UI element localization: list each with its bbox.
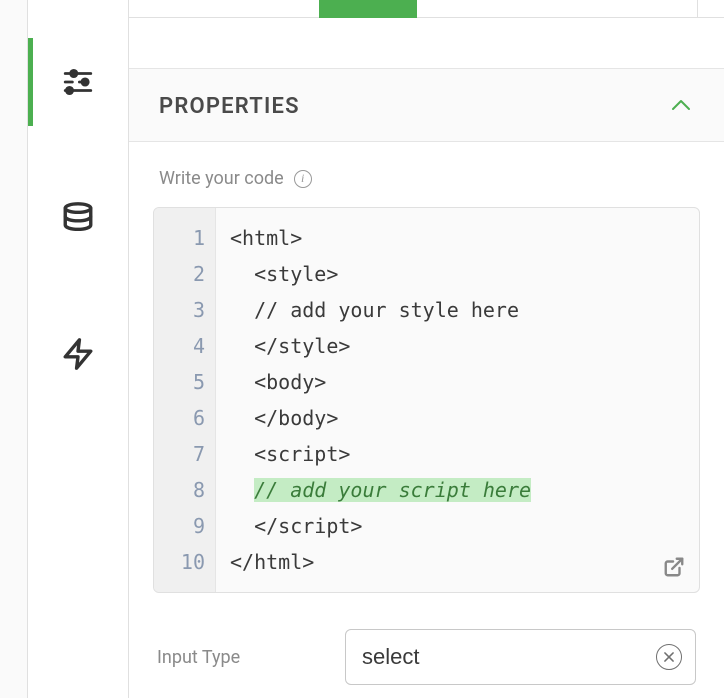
code-line[interactable]: // add your script here <box>230 472 685 508</box>
line-number: 1 <box>154 220 205 256</box>
code-editor[interactable]: 12345678910 <html> <style> // add your s… <box>153 207 700 593</box>
line-number: 7 <box>154 436 205 472</box>
code-line[interactable]: </style> <box>230 328 685 364</box>
code-line[interactable]: <style> <box>230 256 685 292</box>
top-bar-right-divider <box>697 0 698 18</box>
sidebar-item-actions[interactable] <box>28 310 128 398</box>
code-line[interactable]: // add your style here <box>230 292 685 328</box>
chevron-up-icon <box>668 93 694 119</box>
code-line[interactable]: </script> <box>230 508 685 544</box>
properties-panel: PROPERTIES Write your code i 12345678910… <box>129 18 724 698</box>
line-number: 5 <box>154 364 205 400</box>
code-line[interactable]: </body> <box>230 400 685 436</box>
code-lines[interactable]: <html> <style> // add your style here </… <box>216 208 699 592</box>
line-number: 2 <box>154 256 205 292</box>
clear-button[interactable] <box>656 644 682 670</box>
input-type-field[interactable] <box>345 629 696 685</box>
line-number: 10 <box>154 544 205 580</box>
sidebar-item-settings[interactable] <box>28 38 128 126</box>
app-root: PROPERTIES Write your code i 12345678910… <box>0 0 724 698</box>
left-edge-strip <box>0 0 28 698</box>
code-gutter: 12345678910 <box>154 208 216 592</box>
line-number: 8 <box>154 472 205 508</box>
input-type-row: Input Type <box>129 611 724 698</box>
top-bar <box>129 0 724 18</box>
sidebar <box>28 0 129 698</box>
sidebar-item-database[interactable] <box>28 174 128 262</box>
main-panel: PROPERTIES Write your code i 12345678910… <box>129 0 724 698</box>
code-line[interactable]: <body> <box>230 364 685 400</box>
lightning-icon <box>61 337 95 371</box>
input-type-wrap <box>345 629 696 685</box>
code-line[interactable]: </html> <box>230 544 685 580</box>
line-number: 3 <box>154 292 205 328</box>
database-icon <box>61 201 95 235</box>
top-bar-active-marker <box>319 0 417 18</box>
input-type-label: Input Type <box>157 647 309 668</box>
code-line[interactable]: <html> <box>230 220 685 256</box>
code-subheader: Write your code i <box>129 142 724 207</box>
line-number: 9 <box>154 508 205 544</box>
info-icon[interactable]: i <box>294 170 312 188</box>
line-number: 4 <box>154 328 205 364</box>
code-line[interactable]: <script> <box>230 436 685 472</box>
code-label: Write your code <box>159 168 284 189</box>
panel-title: PROPERTIES <box>159 94 300 119</box>
properties-header[interactable]: PROPERTIES <box>129 68 724 142</box>
line-number: 6 <box>154 400 205 436</box>
code-body: 12345678910 <html> <style> // add your s… <box>154 208 699 592</box>
sliders-icon <box>61 65 95 99</box>
open-external-button[interactable] <box>659 552 689 582</box>
